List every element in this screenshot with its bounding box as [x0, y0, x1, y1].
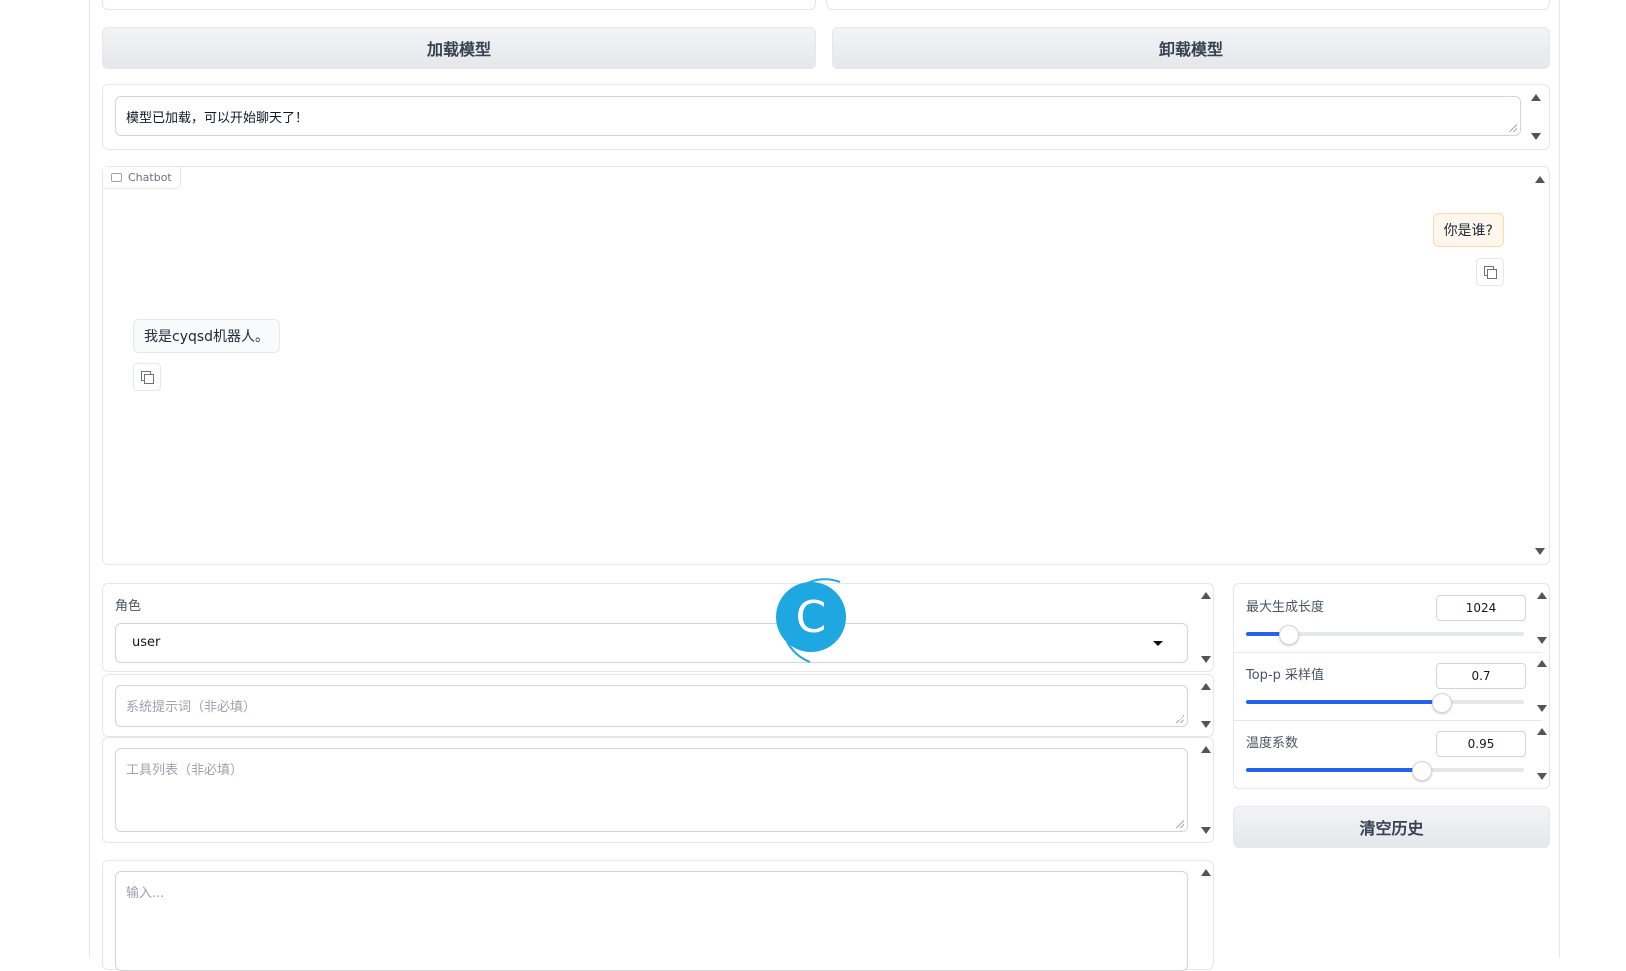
slider-thumb[interactable]: [1412, 761, 1433, 781]
role-dropdown[interactable]: user: [115, 623, 1188, 663]
chat-input[interactable]: 输入...: [115, 871, 1188, 971]
status-text: 模型已加载，可以开始聊天了！: [126, 111, 309, 126]
floating-logo-letter: C: [795, 591, 827, 643]
top-p-number-input[interactable]: 0.7: [1436, 663, 1526, 689]
unload-model-button[interactable]: 卸载模型: [832, 27, 1550, 69]
scroll-down-arrow[interactable]: [1201, 827, 1211, 834]
slider-fill: [1246, 768, 1422, 772]
top-p-label: Top-p 采样值: [1246, 668, 1325, 683]
chat-icon: [111, 173, 122, 182]
scroll-up-arrow[interactable]: [1537, 728, 1547, 735]
system-prompt-panel: 系统提示词（非必填）: [102, 674, 1214, 737]
scroll-down-arrow[interactable]: [1201, 721, 1211, 728]
temperature-number-input[interactable]: 0.95: [1436, 731, 1526, 757]
bot-message-bubble: 我是cyqsd机器人。: [133, 319, 281, 353]
copy-bot-message-button[interactable]: [133, 363, 161, 391]
role-selected-value: user: [132, 635, 161, 650]
status-textbox[interactable]: 模型已加载，可以开始聊天了！: [115, 96, 1521, 136]
scroll-up-arrow[interactable]: [1535, 176, 1545, 183]
chatbot-panel: Chatbot 你是谁? 我是cyqsd机器人。: [102, 166, 1550, 565]
role-label: 角色: [115, 599, 142, 614]
floating-logo-circle: C: [776, 582, 846, 652]
scroll-up-arrow[interactable]: [1201, 746, 1211, 753]
resize-handle[interactable]: [1176, 820, 1184, 828]
dropdown-caret-icon: [1153, 641, 1163, 646]
tools-placeholder: 工具列表（非必填）: [126, 763, 244, 778]
role-panel: 角色 user: [102, 583, 1214, 672]
adapter-path-field[interactable]: [826, 0, 1550, 10]
max-length-number-input[interactable]: 1024: [1436, 595, 1526, 621]
resize-handle[interactable]: [1509, 124, 1517, 132]
temperature-slider[interactable]: [1246, 761, 1524, 781]
floating-logo[interactable]: C: [764, 570, 848, 664]
user-message-text: 你是谁?: [1443, 223, 1493, 239]
status-panel: 模型已加载，可以开始聊天了！: [102, 84, 1550, 150]
load-model-button[interactable]: 加载模型: [102, 27, 816, 69]
tools-input[interactable]: 工具列表（非必填）: [115, 748, 1188, 832]
slider-thumb[interactable]: [1431, 693, 1452, 713]
scroll-up-arrow[interactable]: [1531, 94, 1541, 101]
max-length-slider[interactable]: [1246, 625, 1524, 645]
copy-user-message-button[interactable]: [1476, 258, 1504, 286]
chat-input-panel: 输入...: [102, 860, 1214, 971]
sliders-panel: 最大生成长度 1024 Top-p 采样值 0.7 温度系数 0.95: [1233, 583, 1550, 789]
max-length-label: 最大生成长度: [1246, 600, 1325, 615]
copy-icon: [1484, 266, 1497, 279]
divider: [1234, 720, 1542, 721]
clear-history-button[interactable]: 清空历史: [1233, 806, 1550, 848]
user-message-bubble: 你是谁?: [1432, 213, 1504, 247]
temperature-label: 温度系数: [1246, 736, 1299, 751]
chatbot-label: Chatbot: [128, 171, 172, 184]
model-path-field[interactable]: [102, 0, 816, 10]
system-prompt-input[interactable]: 系统提示词（非必填）: [115, 685, 1188, 727]
system-prompt-placeholder: 系统提示词（非必填）: [126, 700, 257, 715]
scroll-down-arrow[interactable]: [1537, 705, 1547, 712]
scroll-up-arrow[interactable]: [1201, 683, 1211, 690]
slider-thumb[interactable]: [1278, 625, 1299, 645]
scroll-up-arrow[interactable]: [1537, 660, 1547, 667]
chatbot-label-tab: Chatbot: [103, 167, 181, 189]
scroll-up-arrow[interactable]: [1537, 592, 1547, 599]
copy-icon: [141, 371, 154, 384]
top-p-slider[interactable]: [1246, 693, 1524, 713]
scroll-down-arrow[interactable]: [1535, 548, 1545, 555]
resize-handle[interactable]: [1176, 715, 1184, 723]
chat-input-placeholder: 输入...: [126, 886, 165, 901]
scroll-down-arrow[interactable]: [1201, 656, 1211, 663]
divider: [1234, 652, 1542, 653]
scroll-up-arrow[interactable]: [1201, 869, 1211, 876]
scroll-down-arrow[interactable]: [1531, 133, 1541, 140]
scroll-down-arrow[interactable]: [1537, 773, 1547, 780]
tools-panel: 工具列表（非必填）: [102, 737, 1214, 843]
slider-fill: [1246, 700, 1441, 704]
scroll-down-arrow[interactable]: [1537, 637, 1547, 644]
bot-message-text: 我是cyqsd机器人。: [144, 329, 270, 345]
scroll-up-arrow[interactable]: [1201, 592, 1211, 599]
